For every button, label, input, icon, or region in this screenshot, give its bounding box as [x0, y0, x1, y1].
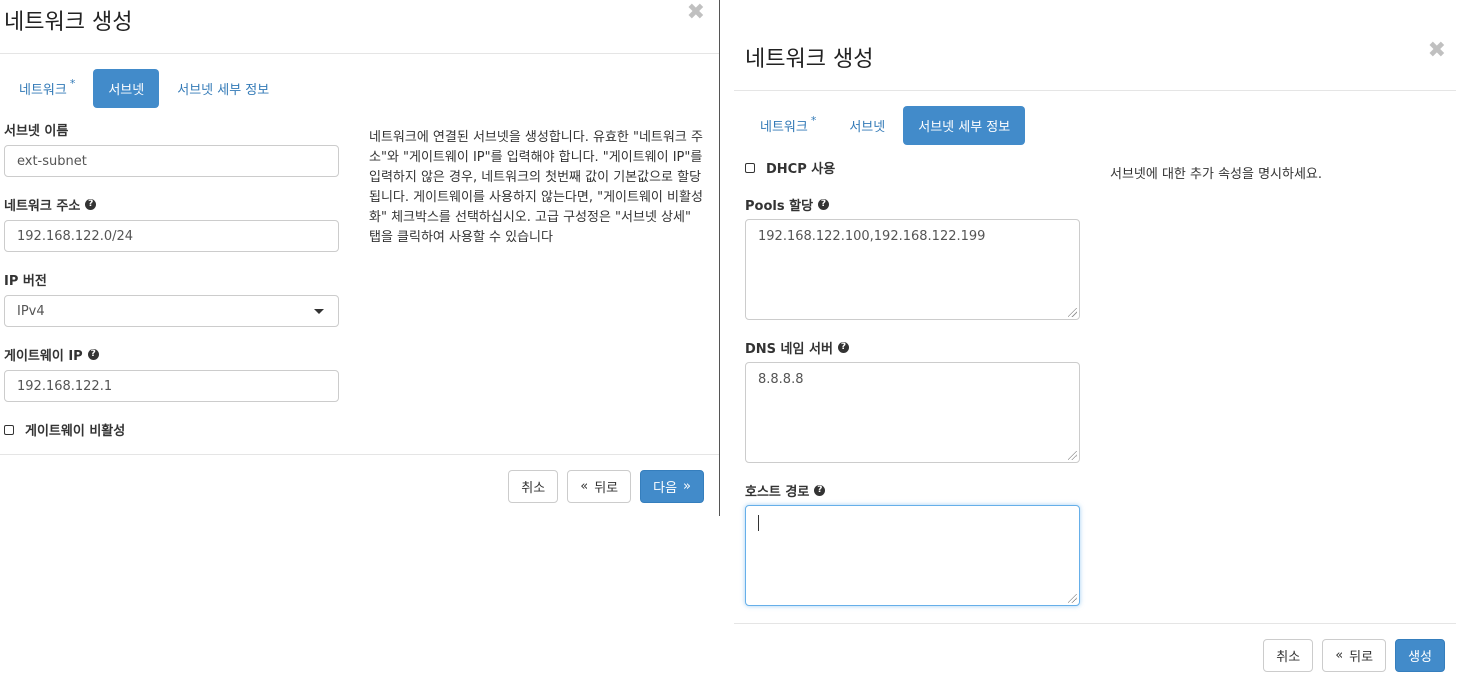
footer-buttons: 취소 « 뒤로 생성	[1254, 639, 1445, 672]
textarea-value: 192.168.122.100,192.168.122.199	[758, 229, 986, 244]
label-text: DNS 네임 서버	[745, 341, 833, 357]
dns-nameservers-label: DNS 네임 서버 ?	[745, 338, 1080, 357]
label-text: 호스트 경로	[745, 484, 810, 500]
chevron-down-icon	[314, 308, 324, 314]
text-cursor	[758, 515, 759, 531]
tab-label: 네트워크	[760, 120, 808, 135]
tab-subnet-details[interactable]: 서브넷 세부 정보	[903, 106, 1026, 145]
button-label: 취소	[521, 481, 546, 496]
resize-handle[interactable]	[1068, 451, 1077, 460]
tab-label: 서브넷	[108, 83, 145, 98]
double-left-arrow-icon: «	[580, 479, 589, 494]
help-icon[interactable]: ?	[837, 341, 849, 353]
help-description: 네트워크에 연결된 서브넷을 생성합니다. 유효한 "네트워크 주소"와 "게이…	[369, 130, 703, 245]
required-marker: *	[810, 114, 817, 127]
button-label: 생성	[1408, 650, 1432, 665]
footer-buttons: 취소 « 뒤로 다음 »	[499, 470, 704, 503]
textarea-value: 8.8.8.8	[758, 372, 804, 387]
help-description: 서브넷에 대한 추가 속성을 명시하세요.	[1110, 167, 1323, 182]
help-icon[interactable]: ?	[87, 348, 99, 360]
modal-header: 네트워크 생성 ✖	[0, 0, 719, 54]
input-value: 192.168.122.1	[17, 378, 113, 394]
close-icon[interactable]: ✖	[687, 2, 705, 24]
tab-label: 네트워크	[19, 83, 67, 98]
tab-subnet-details[interactable]: 서브넷 세부 정보	[162, 69, 284, 108]
create-network-modal-subnet-details: 네트워크 생성 ✖ 네트워크 * 서브넷 서브넷 세부 정보 DHCP 사용 P…	[734, 0, 1456, 691]
label-text: IP 버전	[4, 273, 47, 289]
required-marker: *	[69, 77, 76, 90]
double-left-arrow-icon: «	[1335, 648, 1344, 663]
gateway-ip-label: 게이트웨이 IP ?	[4, 345, 339, 364]
label-text: 게이트웨이 IP	[4, 348, 83, 364]
help-icon[interactable]: ?	[818, 198, 830, 210]
enable-dhcp-row: DHCP 사용	[745, 158, 1080, 177]
help-icon[interactable]: ?	[814, 484, 826, 496]
subnet-name-input[interactable]: ext-subnet	[4, 145, 339, 177]
subnet-details-form: DHCP 사용 Pools 할당 ? 192.168.122.100,192.1…	[745, 158, 1080, 606]
next-button[interactable]: 다음 »	[640, 470, 704, 503]
enable-dhcp-label: DHCP 사용	[766, 162, 836, 177]
tab-network[interactable]: 네트워크 *	[745, 106, 831, 145]
disable-gateway-row: 게이트웨이 비활성	[4, 420, 339, 439]
tab-subnet[interactable]: 서브넷	[93, 69, 160, 108]
button-label: 뒤로	[594, 481, 619, 496]
cancel-button[interactable]: 취소	[508, 470, 559, 503]
disable-gateway-checkbox[interactable]	[4, 424, 14, 435]
allocation-pools-label: Pools 할당 ?	[745, 195, 1080, 214]
button-label: 다음	[653, 481, 678, 496]
back-button[interactable]: « 뒤로	[1322, 639, 1387, 672]
double-right-arrow-icon: »	[683, 479, 691, 494]
enable-dhcp-checkbox[interactable]	[745, 162, 755, 173]
tab-label: 서브넷	[849, 120, 886, 135]
label-text: 네트워크 주소	[4, 198, 81, 214]
tab-label: 서브넷 세부 정보	[918, 120, 1011, 135]
modal-footer: 취소 « 뒤로 생성	[734, 623, 1456, 691]
tab-subnet[interactable]: 서브넷	[834, 106, 900, 145]
label-text: Pools 할당	[745, 198, 814, 214]
help-icon[interactable]: ?	[85, 198, 97, 210]
select-value: IPv4	[17, 303, 45, 319]
create-network-modal-subnet: 네트워크 생성 ✖ 네트워크 * 서브넷 서브넷 세부 정보 서브넷 이름 ex…	[0, 0, 720, 516]
ip-version-select[interactable]: IPv4	[4, 295, 339, 327]
modal-title: 네트워크 생성	[4, 10, 133, 35]
back-button[interactable]: « 뒤로	[567, 470, 632, 503]
subnet-name-label: 서브넷 이름	[4, 120, 339, 139]
button-label: 뒤로	[1349, 650, 1374, 665]
button-label: 취소	[1276, 650, 1301, 665]
ip-version-label: IP 버전	[4, 270, 339, 289]
tab-network[interactable]: 네트워크 *	[4, 69, 90, 108]
close-icon[interactable]: ✖	[1428, 40, 1446, 62]
network-address-label: 네트워크 주소 ?	[4, 195, 339, 214]
resize-handle[interactable]	[1068, 594, 1077, 603]
cancel-button[interactable]: 취소	[1263, 639, 1314, 672]
create-button[interactable]: 생성	[1395, 639, 1445, 672]
modal-title: 네트워크 생성	[745, 47, 874, 72]
label-text: 서브넷 이름	[4, 123, 69, 139]
wizard-tabs: 네트워크 * 서브넷 서브넷 세부 정보	[745, 106, 1028, 145]
subnet-form: 서브넷 이름 ext-subnet 네트워크 주소 ? 192.168.122.…	[4, 120, 339, 439]
host-routes-textarea[interactable]	[745, 505, 1080, 606]
input-value: 192.168.122.0/24	[17, 228, 134, 244]
modal-header: 네트워크 생성 ✖	[734, 36, 1456, 91]
input-value: ext-subnet	[17, 153, 87, 169]
host-routes-label: 호스트 경로 ?	[745, 481, 1080, 500]
dns-nameservers-textarea[interactable]: 8.8.8.8	[745, 362, 1080, 463]
wizard-tabs: 네트워크 * 서브넷 서브넷 세부 정보	[4, 69, 287, 108]
tab-label: 서브넷 세부 정보	[177, 83, 270, 98]
allocation-pools-textarea[interactable]: 192.168.122.100,192.168.122.199	[745, 219, 1080, 320]
resize-handle[interactable]	[1068, 308, 1077, 317]
gateway-ip-input[interactable]: 192.168.122.1	[4, 370, 339, 402]
disable-gateway-label: 게이트웨이 비활성	[25, 424, 126, 439]
modal-footer: 취소 « 뒤로 다음 »	[0, 454, 719, 516]
network-address-input[interactable]: 192.168.122.0/24	[4, 220, 339, 252]
